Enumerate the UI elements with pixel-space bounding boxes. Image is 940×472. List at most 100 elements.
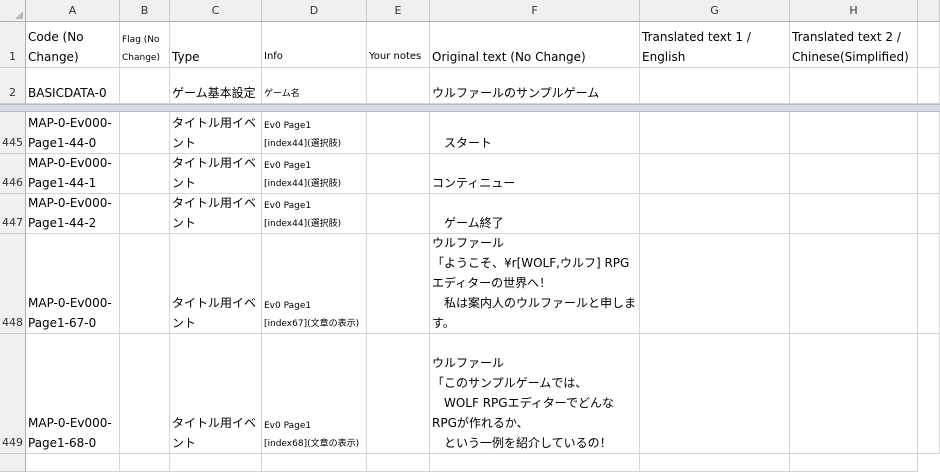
cell-b-445[interactable] xyxy=(120,112,170,154)
cell-b-446[interactable] xyxy=(120,154,170,194)
cell-extra-449[interactable] xyxy=(918,334,940,454)
column-header-d[interactable]: D xyxy=(262,0,367,22)
cell-g-449[interactable] xyxy=(640,334,790,454)
cell-f-448[interactable]: ウルファール 「ようこそ、¥r[WOLF,ウルフ] RPG エディターの世界へ！… xyxy=(430,234,640,334)
column-header-g[interactable]: G xyxy=(640,0,790,22)
cell-c-447[interactable]: タイトル用イベ ント xyxy=(170,194,262,234)
row-header-2[interactable]: 2 xyxy=(0,68,26,104)
column-header-c[interactable]: C xyxy=(170,0,262,22)
cell-text: Your notes xyxy=(369,51,422,62)
cell-c-2[interactable]: ゲーム基本設定 xyxy=(170,68,262,104)
cell-d-446[interactable]: Ev0 Page1 [index44](選択肢) xyxy=(262,154,367,194)
column-header-extra[interactable] xyxy=(918,0,940,22)
column-header-h[interactable]: H xyxy=(790,0,918,22)
cell-b-next[interactable] xyxy=(120,454,170,472)
cell-b-447[interactable] xyxy=(120,194,170,234)
cell-e-1[interactable]: Your notes xyxy=(367,22,430,68)
cell-c-449[interactable]: タイトル用イベ ント xyxy=(170,334,262,454)
cell-e-449[interactable] xyxy=(367,334,430,454)
cell-g-1[interactable]: Translated text 1 / English xyxy=(640,22,790,68)
cell-h-445[interactable] xyxy=(790,112,918,154)
cell-d-449[interactable]: Ev0 Page1 [index68](文章の表示) xyxy=(262,334,367,454)
cell-a-1[interactable]: Code (No Change) xyxy=(26,22,120,68)
cell-c-next[interactable] xyxy=(170,454,262,472)
cell-f-1[interactable]: Original text (No Change) xyxy=(430,22,640,68)
row-header-1[interactable]: 1 xyxy=(0,22,26,68)
cell-a-448[interactable]: MAP-0-Ev000- Page1-67-0 xyxy=(26,234,120,334)
cell-extra-2[interactable] xyxy=(918,68,940,104)
cell-g-445[interactable] xyxy=(640,112,790,154)
cell-h-446[interactable] xyxy=(790,154,918,194)
row-header-447[interactable]: 447 xyxy=(0,194,26,234)
cell-b-2[interactable] xyxy=(120,68,170,104)
cell-extra-448[interactable] xyxy=(918,234,940,334)
cell-d-445[interactable]: Ev0 Page1 [index44](選択肢) xyxy=(262,112,367,154)
cell-a-447[interactable]: MAP-0-Ev000- Page1-44-2 xyxy=(26,194,120,234)
cell-c-445[interactable]: タイトル用イベ ント xyxy=(170,112,262,154)
cell-extra-446[interactable] xyxy=(918,154,940,194)
cell-g-447[interactable] xyxy=(640,194,790,234)
cell-e-446[interactable] xyxy=(367,154,430,194)
cell-h-2[interactable] xyxy=(790,68,918,104)
cell-f-446[interactable]: コンティニュー xyxy=(430,154,640,194)
cell-d-448[interactable]: Ev0 Page1 [index67](文章の表示) xyxy=(262,234,367,334)
cell-d-2[interactable]: ゲーム名 xyxy=(262,68,367,104)
select-all-corner[interactable] xyxy=(0,0,26,22)
cell-g-446[interactable] xyxy=(640,154,790,194)
cell-b-1[interactable]: Flag (No Change) xyxy=(120,22,170,68)
row-header-448[interactable]: 448 xyxy=(0,234,26,334)
cell-text: Type xyxy=(172,50,200,64)
cell-text: ゲーム基本設定 xyxy=(172,86,256,100)
cell-d-1[interactable]: Info xyxy=(262,22,367,68)
cell-e-2[interactable] xyxy=(367,68,430,104)
row-header-445[interactable]: 445 xyxy=(0,112,26,154)
cell-extra-1[interactable] xyxy=(918,22,940,68)
cell-a-next[interactable] xyxy=(26,454,120,472)
cell-e-next[interactable] xyxy=(367,454,430,472)
cell-h-447[interactable] xyxy=(790,194,918,234)
cell-text: ウルファールのサンプルゲーム xyxy=(432,86,600,100)
cell-e-448[interactable] xyxy=(367,234,430,334)
cell-text: MAP-0-Ev000- Page1-44-0 xyxy=(28,116,112,150)
cell-f-2[interactable]: ウルファールのサンプルゲーム xyxy=(430,68,640,104)
cell-h-448[interactable] xyxy=(790,234,918,334)
cell-b-449[interactable] xyxy=(120,334,170,454)
cell-a-445[interactable]: MAP-0-Ev000- Page1-44-0 xyxy=(26,112,120,154)
cell-c-448[interactable]: タイトル用イベ ント xyxy=(170,234,262,334)
cell-f-next[interactable] xyxy=(430,454,640,472)
cell-g-next[interactable] xyxy=(640,454,790,472)
cell-f-449[interactable]: ウルファール 「このサンプルゲームでは、 WOLF RPGエディターでどんな R… xyxy=(430,334,640,454)
cell-e-447[interactable] xyxy=(367,194,430,234)
cell-g-448[interactable] xyxy=(640,234,790,334)
spreadsheet-grid[interactable]: A B C D E F G H 1 Code (No Change) Flag (No Change… xyxy=(0,0,940,472)
cell-f-445[interactable]: スタート xyxy=(430,112,640,154)
cell-text: Ev0 Page1 [index44](選択肢) xyxy=(264,201,342,229)
cell-g-2[interactable] xyxy=(640,68,790,104)
cell-d-next[interactable] xyxy=(262,454,367,472)
cell-h-1[interactable]: Translated text 2 / Chinese(Simplified) xyxy=(790,22,918,68)
cell-extra-445[interactable] xyxy=(918,112,940,154)
cell-a-449[interactable]: MAP-0-Ev000- Page1-68-0 xyxy=(26,334,120,454)
cell-text: タイトル用イベ ント xyxy=(172,116,257,150)
row-header-next[interactable] xyxy=(0,454,26,472)
cell-c-446[interactable]: タイトル用イベ ント xyxy=(170,154,262,194)
cell-text: Ev0 Page1 [index44](選択肢) xyxy=(264,161,342,189)
cell-h-next[interactable] xyxy=(790,454,918,472)
column-header-e[interactable]: E xyxy=(367,0,430,22)
column-header-a[interactable]: A xyxy=(26,0,120,22)
cell-text: タイトル用イベ ント xyxy=(172,156,257,190)
column-header-f[interactable]: F xyxy=(430,0,640,22)
column-header-b[interactable]: B xyxy=(120,0,170,22)
cell-f-447[interactable]: ゲーム終了 xyxy=(430,194,640,234)
cell-h-449[interactable] xyxy=(790,334,918,454)
row-header-446[interactable]: 446 xyxy=(0,154,26,194)
cell-d-447[interactable]: Ev0 Page1 [index44](選択肢) xyxy=(262,194,367,234)
cell-a-446[interactable]: MAP-0-Ev000- Page1-44-1 xyxy=(26,154,120,194)
cell-extra-447[interactable] xyxy=(918,194,940,234)
cell-text: タイトル用イベ ント xyxy=(172,196,257,230)
cell-c-1[interactable]: Type xyxy=(170,22,262,68)
cell-b-448[interactable] xyxy=(120,234,170,334)
cell-a-2[interactable]: BASICDATA-0 xyxy=(26,68,120,104)
row-header-449[interactable]: 449 xyxy=(0,334,26,454)
cell-e-445[interactable] xyxy=(367,112,430,154)
